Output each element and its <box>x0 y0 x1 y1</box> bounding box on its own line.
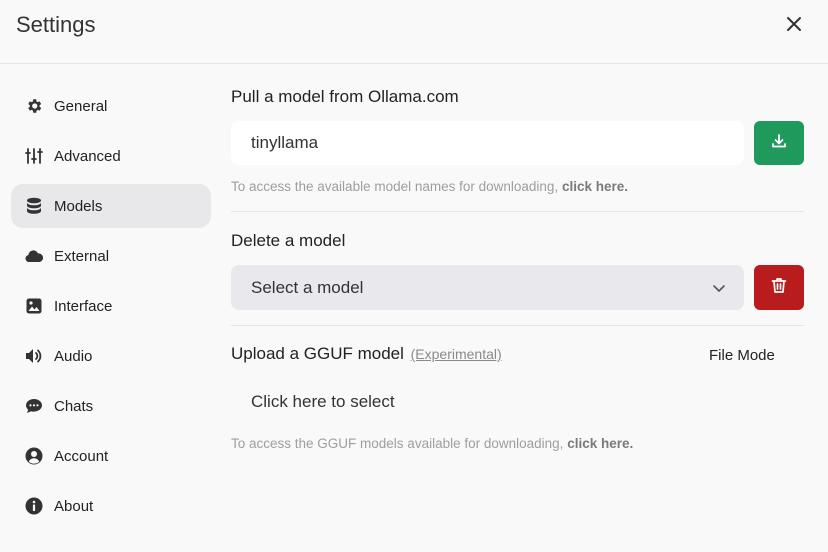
model-name-input[interactable] <box>231 121 744 165</box>
sidebar-item-models[interactable]: Models <box>11 184 211 228</box>
gguf-hint-link[interactable]: click here. <box>567 436 633 451</box>
file-select-button[interactable]: Click here to select <box>231 380 744 424</box>
sidebar-item-about[interactable]: About <box>11 484 211 528</box>
sidebar-item-advanced[interactable]: Advanced <box>11 134 211 178</box>
select-value: Select a model <box>251 277 364 297</box>
sidebar-item-label: General <box>54 97 108 115</box>
info-icon <box>25 497 43 515</box>
user-circle-icon <box>25 447 43 465</box>
sidebar-item-account[interactable]: Account <box>11 434 211 478</box>
delete-model-select[interactable]: Select a model <box>231 265 744 310</box>
pull-hint-link[interactable]: click here. <box>562 179 628 194</box>
file-mode-toggle[interactable]: File Mode <box>709 347 775 364</box>
cloud-icon <box>25 247 43 265</box>
sidebar-item-external[interactable]: External <box>11 234 211 278</box>
close-icon <box>786 16 802 37</box>
chat-bubble-icon <box>25 397 43 415</box>
divider <box>231 325 804 326</box>
trash-icon <box>771 277 787 299</box>
download-icon <box>771 133 787 154</box>
gear-icon <box>25 97 43 115</box>
pull-model-title: Pull a model from Ollama.com <box>231 87 459 106</box>
sidebar-item-label: Account <box>54 447 109 465</box>
sidebar-item-general[interactable]: General <box>11 84 211 128</box>
divider <box>231 211 804 212</box>
speaker-icon <box>25 347 43 365</box>
upload-title-text: Upload a GGUF model <box>231 344 404 363</box>
settings-header: Settings <box>0 0 828 64</box>
settings-sidebar: General Advanced Models External Interfa… <box>11 84 211 534</box>
sidebar-item-label: Models <box>54 197 103 215</box>
pull-hint-text: To access the available model names for … <box>231 179 559 194</box>
upload-gguf-title: Upload a GGUF model (Experimental) <box>231 344 502 364</box>
pull-model-button[interactable] <box>754 121 804 165</box>
sidebar-item-label: Audio <box>54 347 93 365</box>
sidebar-item-label: Interface <box>54 297 113 315</box>
sliders-icon <box>25 147 43 165</box>
delete-model-button[interactable] <box>754 265 804 310</box>
experimental-link[interactable]: (Experimental) <box>411 346 502 362</box>
page-title: Settings <box>16 12 96 37</box>
pull-model-hint: To access the available model names for … <box>231 179 628 194</box>
delete-model-title: Delete a model <box>231 231 346 250</box>
sidebar-item-audio[interactable]: Audio <box>11 334 211 378</box>
close-button[interactable] <box>780 12 808 40</box>
chevron-down-icon <box>712 280 726 300</box>
sidebar-item-label: External <box>54 247 110 265</box>
database-icon <box>25 197 43 215</box>
image-icon <box>25 297 43 315</box>
sidebar-item-interface[interactable]: Interface <box>11 284 211 328</box>
sidebar-item-label: About <box>54 497 94 515</box>
sidebar-item-label: Chats <box>54 397 94 415</box>
sidebar-item-label: Advanced <box>54 147 121 165</box>
gguf-hint-text: To access the GGUF models available for … <box>231 436 564 451</box>
sidebar-item-chats[interactable]: Chats <box>11 384 211 428</box>
gguf-hint: To access the GGUF models available for … <box>231 436 633 451</box>
